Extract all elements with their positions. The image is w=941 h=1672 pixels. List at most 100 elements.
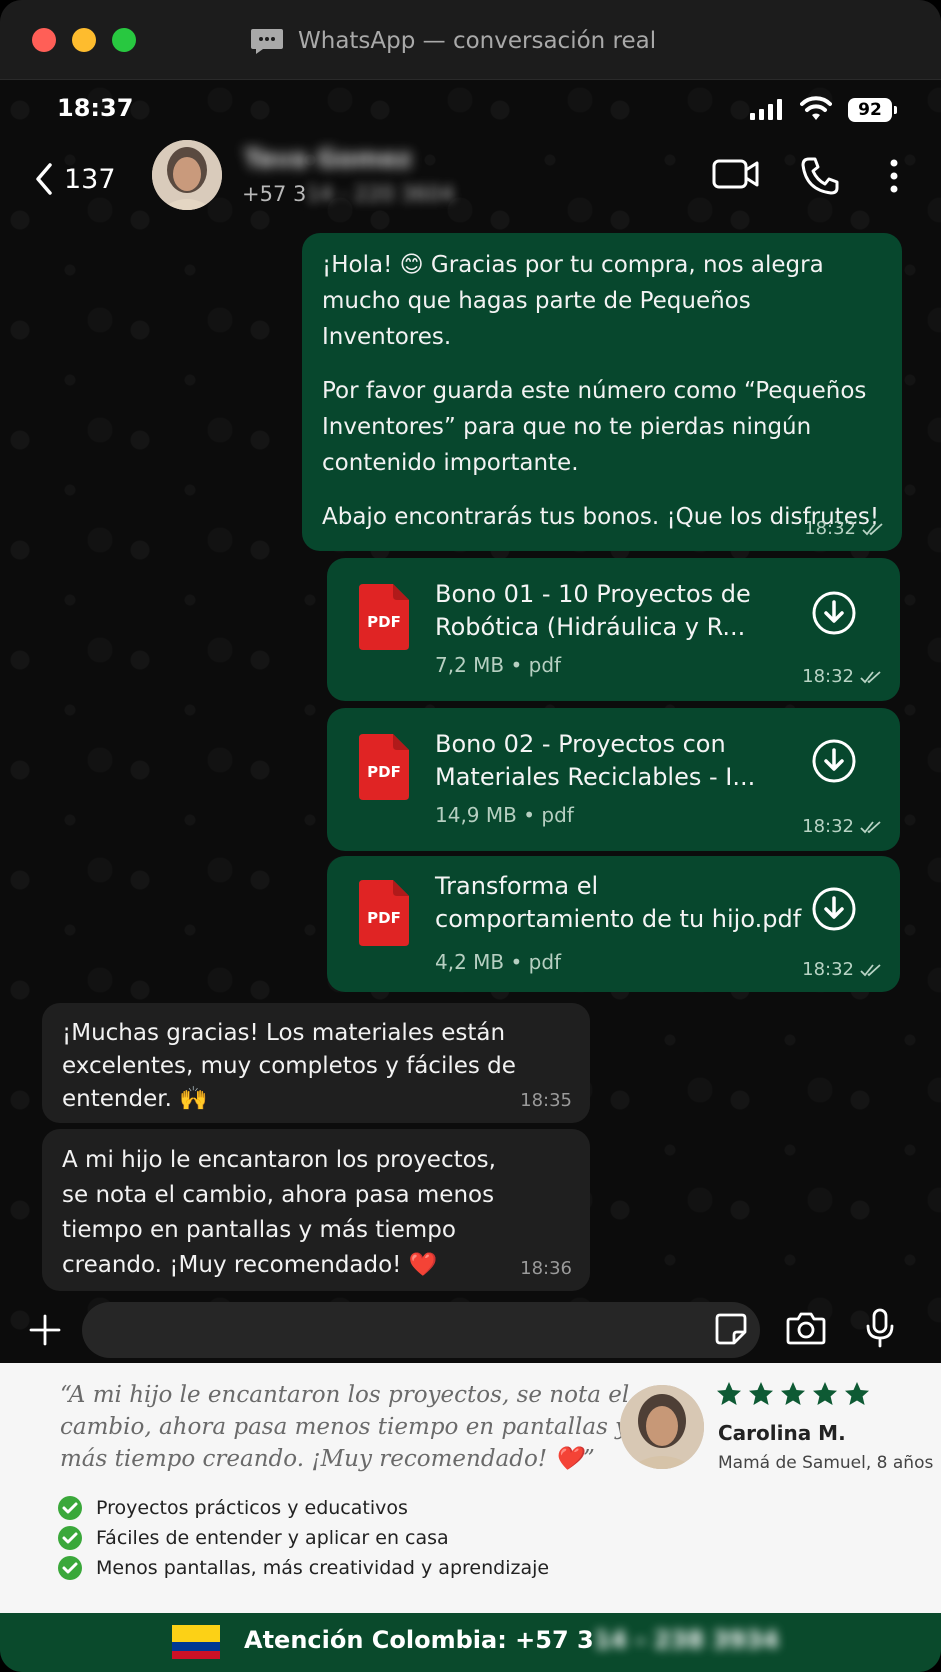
file-size: 14,9 MB: [435, 803, 517, 827]
outgoing-message[interactable]: ¡Hola! 😊 Gracias por tu compra, nos aleg…: [302, 233, 902, 551]
message-paragraph: Abajo encontrarás tus bonos. ¡Que los di…: [322, 504, 880, 530]
message-time: 18:35: [520, 1090, 572, 1111]
thanks-text: Gracias por tu compra, nos alegra mucho …: [322, 252, 824, 350]
footer-contact: Atención Colombia: +57 314 - 238 3934: [244, 1626, 779, 1654]
message-time: 18:36: [520, 1258, 572, 1279]
pdf-file-icon: PDF: [359, 880, 409, 946]
message-paragraph: ¡Hola! 😊 Gracias por tu compra, nos aleg…: [322, 247, 882, 355]
reviewer-subtitle: Mamá de Samuel, 8 años: [718, 1453, 934, 1473]
reviewer-avatar: [620, 1385, 704, 1469]
star-icon: [781, 1382, 805, 1405]
double-check-icon: [862, 522, 883, 535]
contact-name: Tava Gomez: [244, 144, 412, 173]
download-icon[interactable]: [811, 886, 857, 932]
message-meta: 18:32: [802, 816, 882, 837]
chevron-left-icon: [36, 163, 52, 195]
file-type: pdf: [528, 950, 562, 974]
file-info: 7,2 MB • pdf: [435, 653, 562, 677]
message-meta: 18:32: [804, 518, 884, 539]
file-name: Bono 01 - 10 Proyectos de Robótica (Hidr…: [435, 580, 751, 641]
unread-count: 137: [64, 163, 116, 195]
file-type: pdf: [541, 803, 574, 827]
window-title-group: WhatsApp — conversación real: [250, 24, 656, 58]
incoming-message[interactable]: ¡Muchas gracias! Los materiales están ex…: [42, 1003, 590, 1123]
star-rating: [716, 1381, 870, 1407]
file-attachment[interactable]: PDF Bono 02 - Proyectos con Materiales R…: [327, 708, 900, 851]
star-icon: [813, 1382, 837, 1405]
pdf-label: PDF: [367, 909, 401, 927]
person-photo-icon: [152, 140, 222, 210]
plus-icon[interactable]: [28, 1313, 62, 1347]
phone-prefix: +57 3: [242, 182, 307, 206]
colombia-flag-icon: [172, 1625, 220, 1659]
zoom-window-button[interactable]: [112, 28, 136, 52]
benefit-list: Proyectos prácticos y educativos Fáciles…: [58, 1493, 549, 1583]
phone-hidden: 14 - 220 3604: [306, 182, 455, 206]
star-icon: [717, 1382, 741, 1405]
benefit-text: Fáciles de entender y aplicar en casa: [96, 1527, 449, 1549]
double-check-icon: [860, 820, 881, 833]
file-type: pdf: [528, 653, 562, 677]
file-attachment[interactable]: PDF Transforma el comportamiento de tu h…: [327, 856, 900, 992]
contact-phone: +57 314 - 220 3604: [242, 182, 454, 206]
benefit-item: Proyectos prácticos y educativos: [58, 1493, 549, 1523]
double-check-icon: [860, 963, 881, 976]
pdf-file-icon: PDF: [359, 734, 409, 800]
message-time: 18:32: [804, 518, 856, 539]
file-info: 14,9 MB • pdf: [435, 803, 574, 827]
check-circle-icon: [58, 1526, 82, 1550]
file-name: Transforma el comportamiento de tu hijo.…: [435, 872, 802, 933]
wifi-icon: [800, 96, 832, 120]
more-options-icon[interactable]: [882, 156, 906, 196]
testimonial-card: “A mi hijo le encantaron los proyectos, …: [0, 1363, 941, 1613]
signal-icon: [750, 98, 782, 120]
check-circle-icon: [58, 1556, 82, 1580]
download-icon[interactable]: [811, 590, 857, 636]
message-text: ¡Muchas gracias! Los materiales están ex…: [62, 1020, 516, 1112]
app-window: WhatsApp — conversación real 18:37 92 13…: [0, 0, 941, 1672]
star-icon: [845, 1382, 869, 1405]
double-check-icon: [860, 670, 881, 683]
status-bar: 18:37 92: [0, 80, 941, 140]
back-button[interactable]: 137: [34, 162, 116, 196]
footer-label: Atención Colombia: +57 3: [244, 1626, 594, 1654]
message-input[interactable]: [82, 1302, 760, 1358]
benefit-item: Menos pantallas, más creatividad y apren…: [58, 1553, 549, 1583]
footer-phone-hidden: 14 - 238 3934: [593, 1626, 780, 1654]
message-time: 18:32: [802, 816, 854, 837]
message-meta: 18:32: [802, 666, 882, 687]
download-icon[interactable]: [811, 738, 857, 784]
message-time: 18:32: [802, 666, 854, 687]
file-name: Bono 02 - Proyectos con Materiales Recic…: [435, 730, 756, 791]
footer-banner: Atención Colombia: +57 314 - 238 3934: [0, 1613, 941, 1672]
close-window-button[interactable]: [32, 28, 56, 52]
file-info: 4,2 MB • pdf: [435, 950, 562, 974]
message-time: 18:32: [802, 959, 854, 980]
contact-avatar[interactable]: [152, 140, 222, 210]
person-photo-icon: [620, 1385, 704, 1469]
title-bar: WhatsApp — conversación real: [0, 0, 941, 80]
message-meta: 18:36: [520, 1258, 572, 1279]
video-call-icon[interactable]: [712, 156, 760, 192]
sticker-icon[interactable]: [714, 1312, 748, 1346]
microphone-icon[interactable]: [864, 1308, 896, 1348]
testimonial-quote: “A mi hijo le encantaron los proyectos, …: [60, 1382, 630, 1472]
pdf-label: PDF: [367, 613, 401, 631]
benefit-text: Proyectos prácticos y educativos: [96, 1497, 408, 1519]
pdf-file-icon: PDF: [359, 584, 409, 650]
file-attachment[interactable]: PDF Bono 01 - 10 Proyectos de Robótica (…: [327, 558, 900, 701]
phone-call-icon[interactable]: [800, 156, 840, 196]
incoming-message[interactable]: A mi hijo le encantaron los proyectos, s…: [42, 1129, 590, 1291]
message-text: A mi hijo le encantaron los proyectos, s…: [62, 1147, 496, 1278]
check-circle-icon: [58, 1496, 82, 1520]
camera-icon[interactable]: [786, 1310, 826, 1346]
greeting-text: ¡Hola!: [322, 252, 393, 278]
file-size: 7,2 MB: [435, 653, 505, 677]
chat-bubble-icon: [251, 29, 283, 54]
chat-header: 137 Tava Gomez +57 314 - 220 3604: [0, 138, 941, 222]
star-icon: [749, 1382, 773, 1405]
file-size: 4,2 MB: [435, 950, 505, 974]
benefit-text: Menos pantallas, más creatividad y apren…: [96, 1557, 550, 1579]
reviewer-name: Carolina M.: [718, 1421, 846, 1445]
minimize-window-button[interactable]: [72, 28, 96, 52]
